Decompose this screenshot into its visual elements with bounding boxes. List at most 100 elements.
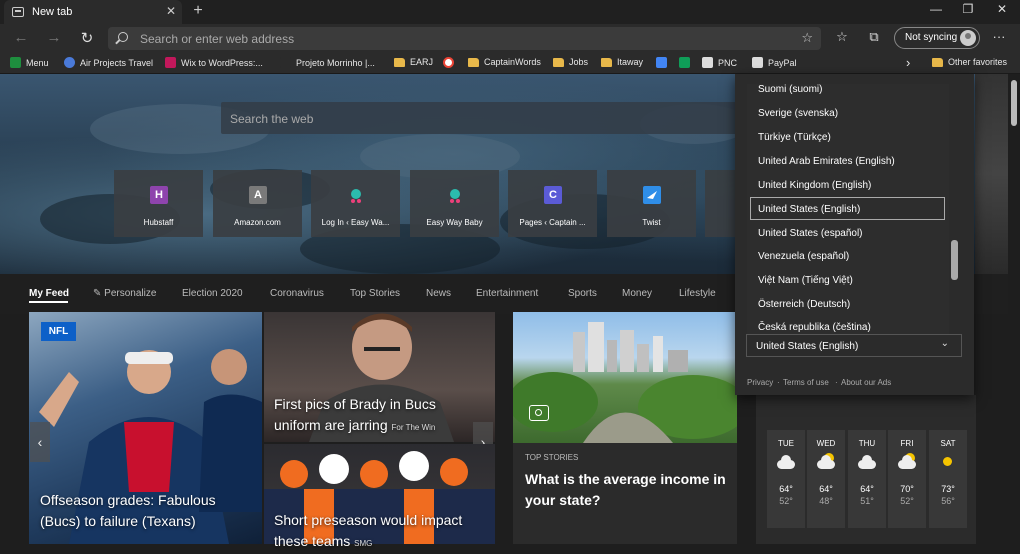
page-icon [280, 57, 291, 68]
footer-separator: · [835, 378, 838, 387]
feed-tab-sports[interactable]: Sports [568, 288, 597, 299]
favorite-star-icon[interactable]: ☆ [801, 30, 813, 46]
bookmarks-bar: Menu Air Projects Travel Wix to WordPres… [0, 52, 1020, 74]
terms-link[interactable]: Terms of use [783, 378, 829, 387]
bookmark-sheets[interactable] [679, 57, 695, 68]
tile-captain-pages[interactable]: C Pages ‹ Captain ... [508, 170, 597, 237]
feed-tab-election[interactable]: Election 2020 [182, 288, 243, 299]
docs-icon [656, 57, 667, 68]
language-option[interactable]: Česká republika (čeština) [758, 322, 871, 333]
tile-amazon[interactable]: A Amazon.com [213, 170, 302, 237]
bookmark-pnc[interactable]: PNC [702, 57, 737, 68]
language-option[interactable]: Türkiye (Türkçe) [758, 132, 831, 143]
language-option[interactable]: Österreich (Deutsch) [758, 299, 850, 310]
tab-close-icon[interactable]: ✕ [166, 4, 176, 18]
weather-day-thu[interactable]: THU 64° 51° [848, 430, 886, 528]
toolbar: ← → ↻ Search or enter web address ☆ ☆ ⧉ … [0, 24, 1020, 52]
address-bar[interactable]: Search or enter web address ☆ [108, 27, 821, 50]
carousel-prev-button[interactable]: ‹ [30, 422, 50, 462]
brady-headline[interactable]: First pics of Brady in Bucs uniform are … [274, 394, 484, 438]
feed-tab-top-stories[interactable]: Top Stories [350, 288, 400, 299]
back-button[interactable]: ← [11, 29, 31, 46]
bookmarks-more-chevron-icon[interactable]: › [906, 55, 910, 70]
language-option-highlighted[interactable]: United States (English) [758, 204, 860, 215]
bookmark-google[interactable] [443, 57, 459, 68]
page-icon [702, 57, 713, 68]
language-option[interactable]: United States (español) [758, 228, 863, 239]
camera-icon [529, 405, 549, 421]
bookmark-other-favorites[interactable]: Other favorites [932, 57, 1007, 67]
hero-edge-image [975, 74, 1008, 274]
language-option[interactable]: Venezuela (español) [758, 251, 849, 262]
bookmark-wix[interactable]: Wix to WordPress:... [165, 57, 263, 68]
dropdown-scrollbar[interactable] [951, 240, 958, 280]
new-tab-button[interactable]: + [188, 2, 208, 20]
bookmark-jobs[interactable]: Jobs [553, 57, 588, 67]
sync-label: Not syncing [905, 32, 958, 43]
weather-day-tue[interactable]: TUE 64° 52° [767, 430, 805, 528]
weather-day-fri[interactable]: FRI 70° 52° [888, 430, 926, 528]
sunny-icon [937, 457, 959, 469]
minimize-button[interactable]: — [926, 2, 946, 16]
language-option[interactable]: Suomi (suomi) [758, 84, 822, 95]
nfl-headline[interactable]: Offseason grades: Fabulous (Bucs) to fai… [40, 490, 240, 532]
bookmark-menu[interactable]: Menu [10, 57, 49, 68]
footer-separator: · [777, 378, 780, 387]
newtab-page-icon [12, 7, 24, 17]
tab-new-tab[interactable]: New tab ✕ [4, 0, 182, 24]
bookmark-projeto[interactable]: Projeto Morrinho |... [280, 57, 375, 68]
ads-link[interactable]: About our Ads [841, 378, 891, 387]
weather-day-sat[interactable]: SAT 73° 56° [929, 430, 967, 528]
favorites-hub-icon[interactable]: ☆ [832, 29, 852, 45]
bookmark-air-projects[interactable]: Air Projects Travel [64, 57, 153, 68]
broncos-headline[interactable]: Short preseason would impact these teams… [274, 510, 484, 554]
weather-day-wed[interactable]: WED 64° 48° [807, 430, 845, 528]
tile-easy-way-login[interactable]: Log In ‹ Easy Wa... [311, 170, 400, 237]
folder-icon [601, 57, 612, 67]
feed-tab-personalize[interactable]: ✎ Personalize [93, 288, 156, 299]
page-icon [752, 57, 763, 68]
forward-button[interactable]: → [44, 29, 64, 46]
sheets-icon [679, 57, 690, 68]
folder-icon [394, 57, 405, 67]
news-card-city-image[interactable] [513, 312, 737, 443]
hubstaff-icon: H [150, 186, 168, 204]
stroller-icon [347, 186, 365, 204]
partly-sunny-icon [896, 453, 918, 469]
language-option[interactable]: Việt Nam (Tiếng Việt) [758, 275, 853, 286]
bookmark-itaway[interactable]: Itaway [601, 57, 643, 67]
top-story-headline[interactable]: What is the average income in your state… [525, 469, 730, 511]
web-search-input[interactable]: Search the web [221, 102, 761, 134]
pencil-icon: ✎ [93, 288, 102, 299]
plane-icon [64, 57, 75, 68]
language-option[interactable]: Sverige (svenska) [758, 108, 838, 119]
address-placeholder: Search or enter web address [140, 32, 295, 46]
stroller-icon [446, 186, 464, 204]
page-scrollbar[interactable] [1008, 74, 1020, 544]
tile-hubstaff[interactable]: H Hubstaff [114, 170, 203, 237]
bookmark-docs[interactable] [656, 57, 672, 68]
bookmark-paypal[interactable]: PayPal [752, 57, 797, 68]
sync-profile-button[interactable]: Not syncing [894, 27, 980, 49]
feed-tab-money[interactable]: Money [622, 288, 652, 299]
feed-tab-my-feed[interactable]: My Feed [29, 288, 69, 299]
refresh-button[interactable]: ↻ [77, 29, 97, 47]
close-window-button[interactable]: ✕ [992, 2, 1012, 16]
nfl-badge: NFL [41, 322, 76, 341]
feed-tab-lifestyle[interactable]: Lifestyle [679, 288, 716, 299]
language-option[interactable]: United Arab Emirates (English) [758, 156, 895, 167]
bookmark-earj[interactable]: EARJ [394, 57, 433, 67]
scrollbar-thumb[interactable] [1011, 80, 1017, 126]
bookmark-captainwords[interactable]: CaptainWords [468, 57, 541, 67]
tile-twist[interactable]: Twist [607, 170, 696, 237]
feed-tab-entertainment[interactable]: Entertainment [476, 288, 538, 299]
collections-icon[interactable]: ⧉ [864, 29, 884, 45]
language-option[interactable]: United Kingdom (English) [758, 180, 871, 191]
privacy-link[interactable]: Privacy [747, 378, 773, 387]
feed-tab-news[interactable]: News [426, 288, 451, 299]
language-select[interactable]: United States (English) ⌄ [746, 334, 962, 357]
feed-tab-coronavirus[interactable]: Coronavirus [270, 288, 324, 299]
tile-easy-way-baby[interactable]: Easy Way Baby [410, 170, 499, 237]
restore-button[interactable]: ❐ [958, 2, 978, 16]
more-menu-icon[interactable]: ··· [989, 29, 1009, 44]
